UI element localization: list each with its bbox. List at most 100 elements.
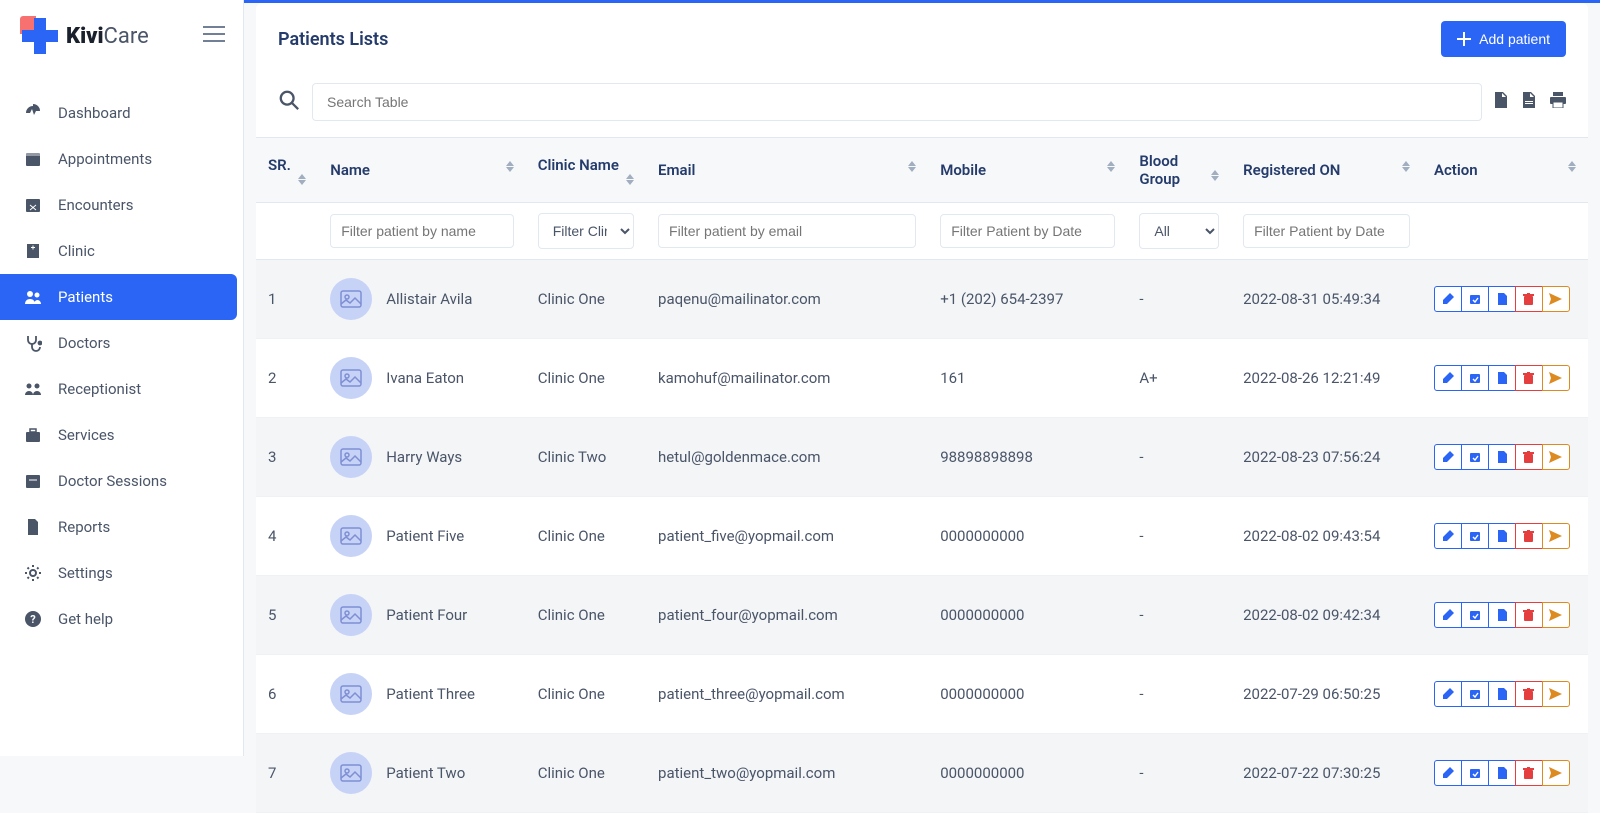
appointment-button[interactable] [1461,365,1489,391]
appointment-button[interactable] [1461,760,1489,786]
sort-icon [908,161,916,172]
sidebar-item-settings[interactable]: Settings [0,550,243,596]
sidebar-toggle-button[interactable] [203,25,225,47]
filter-email-input[interactable] [658,214,916,248]
delete-button[interactable] [1515,681,1543,707]
filter-name-input[interactable] [330,214,513,248]
delete-button[interactable] [1515,365,1543,391]
th-blood[interactable]: Blood Group [1127,138,1231,203]
th-mobile[interactable]: Mobile [928,138,1127,203]
sort-icon [1107,161,1115,172]
cell-blood: - [1127,497,1231,576]
edit-button[interactable] [1434,444,1462,470]
cell-email: kamohuf@mailinator.com [646,339,928,418]
search-icon[interactable] [278,89,300,115]
sidebar-item-get-help[interactable]: ?Get help [0,596,243,642]
cell-blood: - [1127,576,1231,655]
send-button[interactable] [1542,760,1570,786]
filter-registered-input[interactable] [1243,214,1410,248]
delete-button[interactable] [1515,602,1543,628]
document-button[interactable] [1488,365,1516,391]
sort-icon [1402,161,1410,172]
sort-icon [506,161,514,172]
sidebar-item-appointments[interactable]: Appointments [0,136,243,182]
document-button[interactable] [1488,444,1516,470]
cell-email: paqenu@mailinator.com [646,260,928,339]
card: Patients Lists Add patient SR. [256,3,1588,813]
clock-icon [24,472,42,490]
users-icon [24,288,42,306]
search-input[interactable] [312,83,1482,121]
document-button[interactable] [1488,286,1516,312]
th-clinic[interactable]: Clinic Name [526,138,646,203]
patient-name: Patient Two [386,764,465,782]
edit-button[interactable] [1434,523,1462,549]
document-button[interactable] [1488,681,1516,707]
filter-blood-select[interactable]: All [1139,213,1219,249]
document-button[interactable] [1488,523,1516,549]
edit-button[interactable] [1434,365,1462,391]
cell-registered: 2022-08-23 07:56:24 [1231,418,1422,497]
edit-button[interactable] [1434,286,1462,312]
sidebar-item-encounters[interactable]: Encounters [0,182,243,228]
group-icon [24,380,42,398]
appointment-button[interactable] [1461,286,1489,312]
appointment-button[interactable] [1461,602,1489,628]
sidebar-item-dashboard[interactable]: Dashboard [0,90,243,136]
sidebar-item-doctors[interactable]: Doctors [0,320,243,366]
main: Patients Lists Add patient SR. [244,0,1600,813]
send-button[interactable] [1542,523,1570,549]
edit-button[interactable] [1434,681,1462,707]
send-button[interactable] [1542,681,1570,707]
document-button[interactable] [1488,602,1516,628]
hospital-icon [24,242,42,260]
delete-button[interactable] [1515,444,1543,470]
table-row: 5Patient FourClinic Onepatient_four@yopm… [256,576,1588,655]
sidebar-item-reports[interactable]: Reports [0,504,243,550]
add-patient-button[interactable]: Add patient [1441,21,1566,57]
cell-registered: 2022-07-29 06:50:25 [1231,655,1422,734]
send-button[interactable] [1542,444,1570,470]
edit-button[interactable] [1434,760,1462,786]
appointment-button[interactable] [1461,523,1489,549]
document-button[interactable] [1488,760,1516,786]
th-action[interactable]: Action [1422,138,1588,203]
add-patient-label: Add patient [1479,31,1550,47]
export-xls-button[interactable] [1522,92,1536,112]
sidebar-item-receptionist[interactable]: Receptionist [0,366,243,412]
appointment-button[interactable] [1461,444,1489,470]
th-sr[interactable]: SR. [256,138,318,203]
page-title: Patients Lists [278,29,388,50]
logo[interactable]: KiviCare [18,14,149,58]
cell-mobile: 0000000000 [928,497,1127,576]
edit-button[interactable] [1434,602,1462,628]
delete-button[interactable] [1515,286,1543,312]
cell-sr: 5 [256,576,318,655]
avatar [330,594,372,636]
sidebar-item-doctor-sessions[interactable]: Doctor Sessions [0,458,243,504]
sidebar-item-patients[interactable]: Patients [0,274,237,320]
send-button[interactable] [1542,602,1570,628]
filter-clinic-select[interactable]: Filter Clinic [538,213,634,249]
export-csv-button[interactable] [1494,92,1508,112]
cell-action [1422,260,1588,339]
delete-button[interactable] [1515,760,1543,786]
sidebar-item-services[interactable]: Services [0,412,243,458]
filter-mobile-input[interactable] [940,214,1115,248]
send-button[interactable] [1542,286,1570,312]
th-name[interactable]: Name [318,138,525,203]
th-email[interactable]: Email [646,138,928,203]
cell-email: hetul@goldenmace.com [646,418,928,497]
sidebar-item-clinic[interactable]: Clinic [0,228,243,274]
cell-clinic: Clinic One [526,734,646,813]
delete-button[interactable] [1515,523,1543,549]
print-button[interactable] [1550,92,1566,112]
cell-blood: A+ [1127,339,1231,418]
sidebar-item-label: Doctor Sessions [58,472,167,490]
appointment-button[interactable] [1461,681,1489,707]
th-registered[interactable]: Registered ON [1231,138,1422,203]
send-button[interactable] [1542,365,1570,391]
patient-name: Patient Four [386,606,467,624]
sidebar-item-label: Get help [58,610,113,628]
cell-sr: 3 [256,418,318,497]
